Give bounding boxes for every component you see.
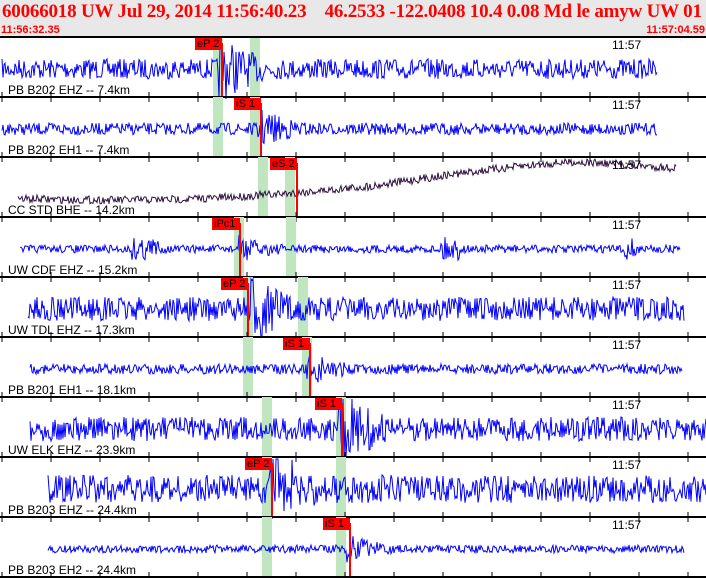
- minute-label: 11:57: [612, 218, 642, 232]
- minute-label: 11:57: [612, 38, 642, 52]
- station-label: PB B203 EH2 -- 24.4km: [8, 563, 137, 577]
- seismogram-viewer: 60066018 UW Jul 29, 2014 11:56:40.23 46.…: [0, 0, 706, 578]
- station-label: CC STD BHE -- 14.2km: [8, 203, 135, 217]
- travel-time-band: [286, 217, 296, 277]
- station-label: UW TDL EHZ -- 17.3km: [8, 323, 135, 337]
- minute-label: 11:57: [612, 98, 642, 112]
- phase-pick-label[interactable]: eP 2: [245, 458, 272, 470]
- minute-label: 11:57: [612, 458, 642, 472]
- waveform-trace: [47, 458, 706, 520]
- waveform-trace: [17, 157, 677, 205]
- station-label: UW ELK EHZ -- 23.9km: [8, 443, 136, 457]
- phase-pick-label[interactable]: eP 2: [195, 38, 222, 50]
- phase-pick-label[interactable]: eP 2: [221, 278, 248, 290]
- travel-time-band: [250, 37, 260, 97]
- minute-label: 11:57: [612, 398, 642, 412]
- phase-pick-label[interactable]: iS 1: [234, 98, 261, 110]
- waveform-trace: [47, 536, 685, 563]
- travel-time-band: [258, 157, 268, 217]
- waveform-trace: [29, 353, 683, 383]
- phase-pick-label[interactable]: iS 1: [315, 398, 342, 410]
- phase-pick-label[interactable]: iS 1: [323, 518, 350, 530]
- minute-label: 11:57: [612, 518, 642, 532]
- station-label: PB B202 EHZ -- 7.4km: [8, 83, 131, 97]
- station-label: PB B203 EHZ -- 24.4km: [8, 503, 137, 517]
- waveform-trace: [1, 109, 658, 145]
- minute-label: 11:57: [612, 338, 642, 352]
- phase-pick-label[interactable]: iS 1: [283, 338, 310, 350]
- travel-time-band: [262, 397, 272, 457]
- station-label: PB B202 EH1 -- 7.4km: [8, 143, 130, 157]
- travel-time-band: [213, 97, 223, 157]
- waveform-trace: [19, 235, 681, 262]
- minute-label: 11:57: [612, 278, 642, 292]
- phase-pick-label[interactable]: eS 2: [270, 158, 297, 170]
- phase-pick-label[interactable]: iPc1: [212, 218, 240, 230]
- station-label: PB B201 EH1 -- 18.1km: [8, 383, 137, 397]
- minute-label: 11:57: [612, 158, 642, 172]
- travel-time-band: [262, 517, 272, 577]
- station-label: UW CDF EHZ -- 15.2km: [8, 263, 138, 277]
